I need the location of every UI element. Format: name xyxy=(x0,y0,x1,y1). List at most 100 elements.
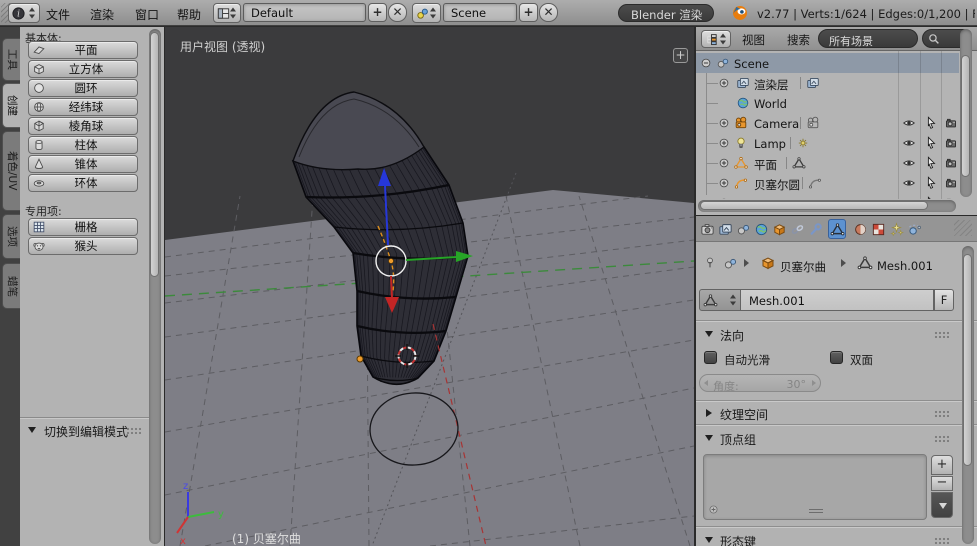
menu-help[interactable]: 帮助 xyxy=(177,6,201,23)
screen-layout-browse-button[interactable] xyxy=(213,3,241,23)
pin-icon[interactable] xyxy=(703,256,717,270)
menu-render[interactable]: 渲染 xyxy=(90,6,114,23)
panel-drag-grip[interactable] xyxy=(934,331,949,338)
expand-expander-icon[interactable] xyxy=(718,117,730,129)
tab-texture[interactable] xyxy=(869,219,887,239)
renderability-camera-icon[interactable] xyxy=(944,196,958,199)
tab-render-layers[interactable] xyxy=(716,219,734,239)
expand-expander-icon[interactable] xyxy=(718,137,730,149)
add-cube-button[interactable]: 立方体 xyxy=(28,60,138,78)
fake-user-button[interactable]: F xyxy=(934,289,954,311)
shape-keys-panel-header[interactable]: 形态键 xyxy=(696,530,977,546)
list-add-icon[interactable] xyxy=(708,504,719,515)
tool-shelf-scrollbar[interactable] xyxy=(149,29,161,544)
enter-editmode-panel-header[interactable]: 切换到编辑模式 xyxy=(20,419,149,443)
add-plane-button[interactable]: 平面 xyxy=(28,41,138,59)
visibility-eye-icon[interactable] xyxy=(902,196,916,199)
texture-space-panel-header[interactable]: 纹理空间 xyxy=(696,403,977,423)
vertex-group-remove-button[interactable]: − xyxy=(931,476,953,491)
add-monkey-button[interactable]: 猴头 xyxy=(28,237,138,255)
add-cylinder-button[interactable]: 柱体 xyxy=(28,136,138,154)
tab-create[interactable]: 创建 xyxy=(2,83,20,128)
outliner-display-filter-select[interactable]: 所有场景 xyxy=(818,29,918,48)
properties-scrollbar-thumb[interactable] xyxy=(963,254,972,466)
add-uv-sphere-button[interactable]: 经纬球 xyxy=(28,98,138,116)
delete-screen-layout-button[interactable]: ✕ xyxy=(388,3,407,22)
add-torus-button[interactable]: 环体 xyxy=(28,174,138,192)
expand-expander-icon[interactable] xyxy=(718,77,730,89)
properties-scrollbar[interactable] xyxy=(962,246,974,544)
tab-options[interactable]: 选项 xyxy=(2,214,20,259)
tab-grease-pencil[interactable]: 蜡笔 xyxy=(2,263,20,309)
tab-shading-uv[interactable]: 着色/UV xyxy=(2,131,20,211)
list-resize-grip[interactable] xyxy=(809,509,823,513)
visibility-eye-icon[interactable] xyxy=(902,136,916,150)
double-sided-checkbox[interactable] xyxy=(830,351,843,364)
tab-object[interactable] xyxy=(770,219,788,239)
vertex-group-add-button[interactable]: + xyxy=(931,455,953,475)
add-grid-button[interactable]: 栅格 xyxy=(28,218,138,236)
panel-drag-grip[interactable] xyxy=(934,410,949,417)
visibility-eye-icon[interactable] xyxy=(902,116,916,130)
mesh-name-field[interactable]: Mesh.001 xyxy=(741,289,934,311)
menu-file[interactable]: 文件 xyxy=(46,6,70,23)
auto-smooth-checkbox[interactable] xyxy=(704,351,717,364)
slider-decrease-icon[interactable] xyxy=(704,380,708,386)
expand-expander-icon[interactable] xyxy=(718,197,730,199)
outliner-hscrollbar[interactable] xyxy=(698,200,956,212)
outliner-vscrollbar[interactable] xyxy=(960,29,972,197)
selectability-cursor-icon[interactable] xyxy=(924,196,938,199)
visibility-eye-icon[interactable] xyxy=(902,176,916,190)
tab-world[interactable] xyxy=(752,219,770,239)
scene-name-field[interactable]: Scene xyxy=(443,3,517,22)
outliner-hscrollbar-thumb[interactable] xyxy=(700,201,928,210)
viewport-canvas[interactable]: z y x xyxy=(165,27,694,546)
visibility-eye-icon[interactable] xyxy=(902,156,916,170)
add-circle-button[interactable]: 圆环 xyxy=(28,79,138,97)
add-scene-button[interactable]: + xyxy=(519,3,538,22)
tab-constraints[interactable] xyxy=(788,219,806,239)
tab-particles[interactable] xyxy=(887,219,905,239)
panel-drag-grip[interactable] xyxy=(934,435,949,442)
renderability-camera-icon[interactable] xyxy=(944,116,958,130)
outliner-editor-type-button[interactable] xyxy=(701,30,731,48)
editor-type-button[interactable]: i xyxy=(8,3,40,23)
tab-scene[interactable] xyxy=(734,219,752,239)
tab-modifiers[interactable] xyxy=(806,219,824,239)
tab-render[interactable] xyxy=(698,219,716,239)
vertex-group-specials-button[interactable] xyxy=(931,492,953,518)
scene-browse-button[interactable] xyxy=(412,3,441,23)
tab-physics[interactable] xyxy=(905,219,923,239)
outliner-menu-search[interactable]: 搜索 xyxy=(787,32,810,48)
delete-scene-button[interactable]: ✕ xyxy=(539,3,558,22)
panel-drag-grip[interactable] xyxy=(126,427,141,434)
slider-increase-icon[interactable] xyxy=(812,380,816,386)
outliner-menu-view[interactable]: 视图 xyxy=(742,32,765,48)
add-ico-sphere-button[interactable]: 棱角球 xyxy=(28,117,138,135)
breadcrumb-data-name[interactable]: Mesh.001 xyxy=(877,259,933,273)
outliner-vscrollbar-thumb[interactable] xyxy=(961,55,970,177)
viewport-properties-region-toggle[interactable]: + xyxy=(673,48,688,63)
add-cone-button[interactable]: 锥体 xyxy=(28,155,138,173)
render-engine-select[interactable]: Blender 渲染 xyxy=(618,4,714,22)
tab-material[interactable] xyxy=(851,219,869,239)
viewport-3d[interactable]: z y x 用户视图 (透视) (1) 贝塞尔曲 + xyxy=(165,27,694,546)
vertex-groups-panel-header[interactable]: 顶点组 xyxy=(696,428,977,450)
panel-drag-grip[interactable] xyxy=(934,537,949,544)
renderability-camera-icon[interactable] xyxy=(944,136,958,150)
menu-window[interactable]: 窗口 xyxy=(135,6,159,23)
screen-layout-name-field[interactable]: Default xyxy=(243,3,366,22)
tab-object-data[interactable] xyxy=(828,219,846,239)
expand-expander-icon[interactable] xyxy=(718,157,730,169)
object-origin-dot[interactable] xyxy=(357,356,363,362)
collapse-expander-icon[interactable] xyxy=(700,57,712,69)
renderability-camera-icon[interactable] xyxy=(944,156,958,170)
selectability-cursor-icon[interactable] xyxy=(924,116,938,130)
smooth-angle-slider[interactable]: 角度: 30° xyxy=(699,374,821,392)
tool-shelf-scrollbar-thumb[interactable] xyxy=(150,32,159,277)
vertex-groups-list[interactable] xyxy=(703,454,927,520)
renderability-camera-icon[interactable] xyxy=(944,176,958,190)
selectability-cursor-icon[interactable] xyxy=(924,156,938,170)
normals-panel-header[interactable]: 法向 xyxy=(696,323,977,345)
selectability-cursor-icon[interactable] xyxy=(924,176,938,190)
